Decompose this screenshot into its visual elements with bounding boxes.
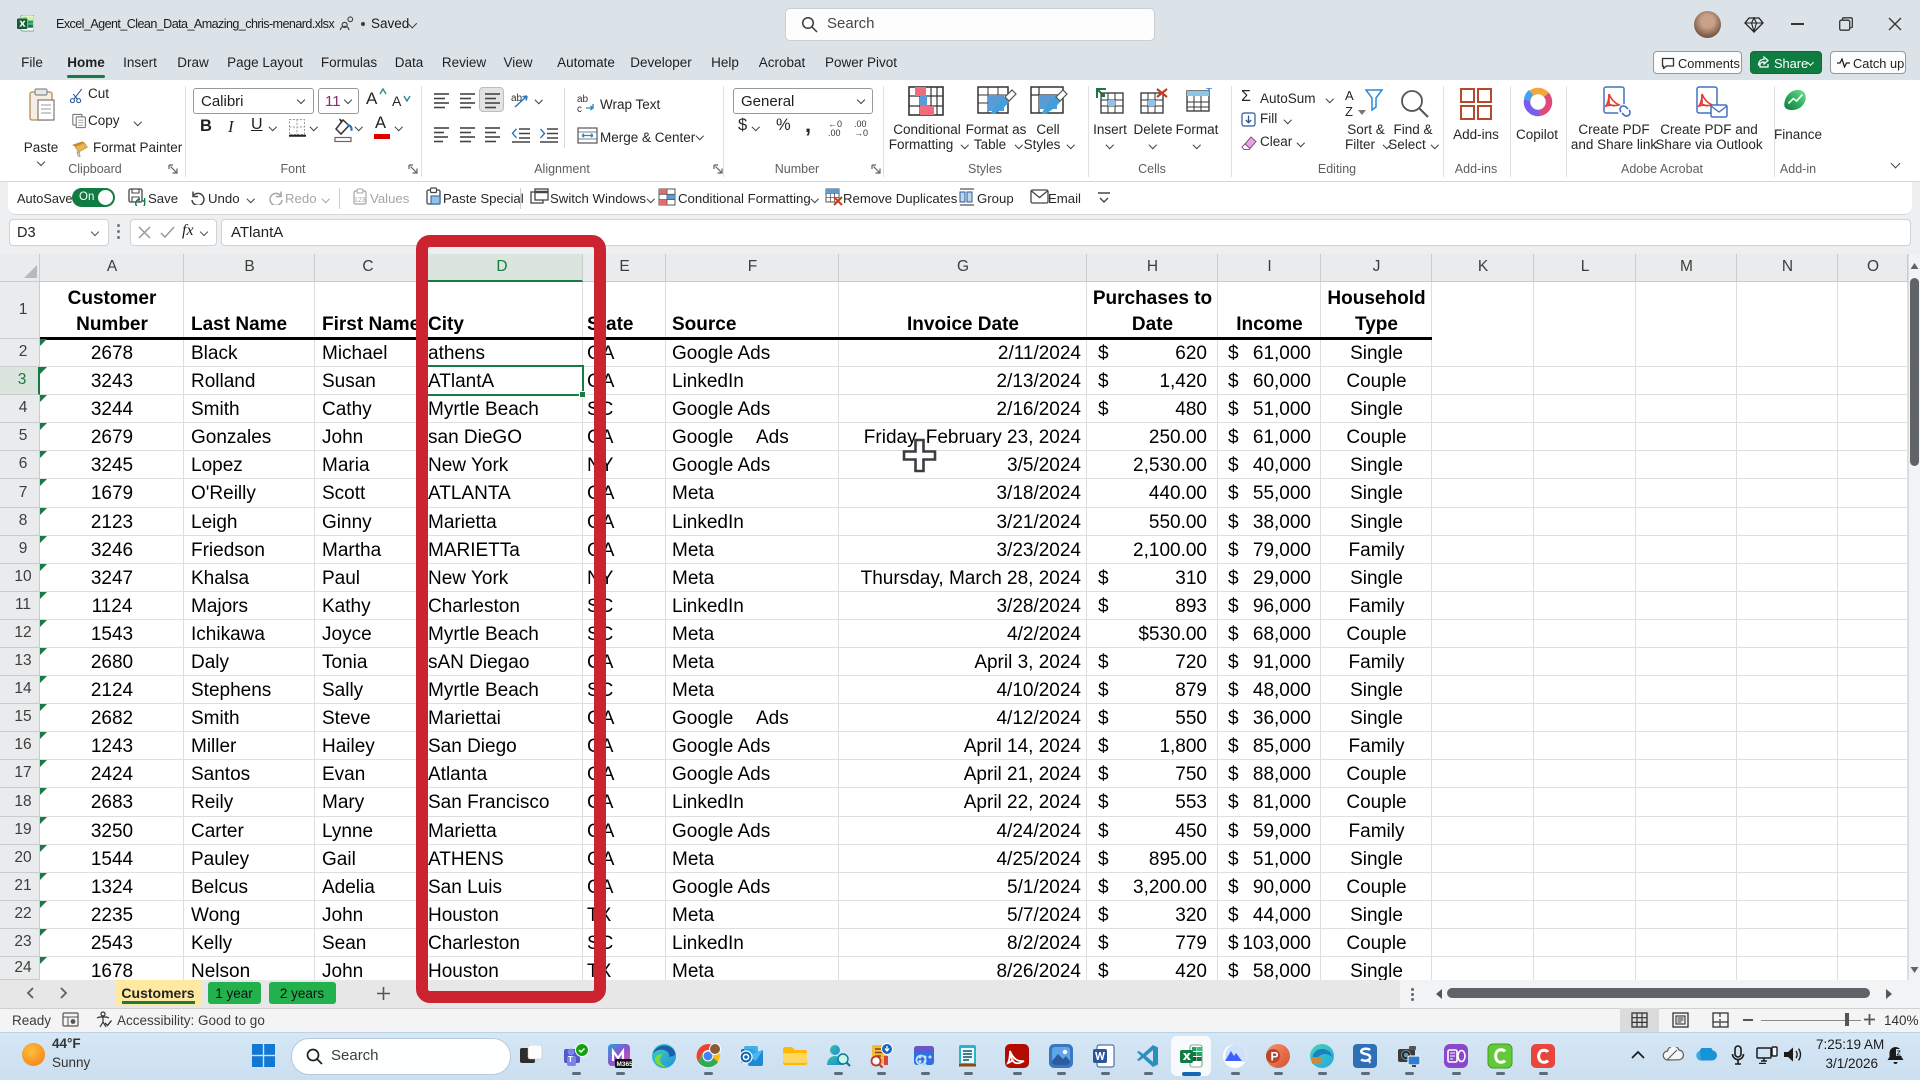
svg-text:Z: Z <box>1345 104 1353 119</box>
svg-text:A: A <box>1345 88 1354 103</box>
svg-text:M365: M365 <box>617 1061 634 1068</box>
svg-text:T: T <box>568 1055 573 1064</box>
svg-text:P: P <box>1271 1050 1279 1064</box>
svg-text:ab: ab <box>511 93 523 104</box>
svg-text:.00: .00 <box>828 128 841 137</box>
svg-text:Z: Z <box>1897 1051 1902 1058</box>
svg-text:c: c <box>577 104 582 113</box>
svg-text:123: 123 <box>354 197 366 204</box>
svg-text:→0: →0 <box>854 128 868 137</box>
